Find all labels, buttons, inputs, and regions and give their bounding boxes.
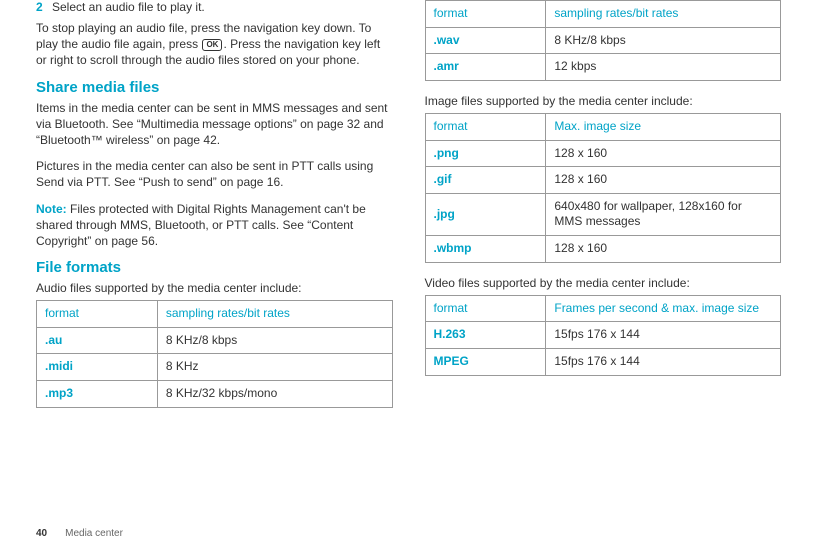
ok-key-icon: OK (202, 39, 222, 51)
image-table: format Max. image size .png 128 x 160 .g… (425, 113, 782, 263)
table-header-row: format sampling rates/bit rates (37, 301, 393, 328)
cell-value: 128 x 160 (546, 140, 781, 167)
cell-value: 8 KHz/8 kbps (546, 27, 781, 54)
right-column: format sampling rates/bit rates .wav 8 K… (409, 0, 798, 524)
audio-table-cont: format sampling rates/bit rates .wav 8 K… (425, 0, 782, 81)
th-fps: Frames per second & max. image size (546, 295, 781, 322)
page-number: 40 (36, 528, 47, 539)
note-text: Files protected with Digital Rights Mana… (36, 202, 366, 248)
audio-table: format sampling rates/bit rates .au 8 KH… (36, 300, 393, 407)
table-row: .wav 8 KHz/8 kbps (425, 27, 781, 54)
step-row: 2 Select an audio file to play it. (36, 0, 393, 14)
cell-format: MPEG (425, 348, 546, 375)
cell-format: .au (37, 327, 158, 354)
table-row: .au 8 KHz/8 kbps (37, 327, 393, 354)
table-header-row: format Max. image size (425, 113, 781, 140)
table-row: .midi 8 KHz (37, 354, 393, 381)
cell-format: .jpg (425, 193, 546, 235)
video-intro: Video files supported by the media cente… (425, 275, 782, 291)
th-rates: sampling rates/bit rates (546, 1, 781, 28)
cell-format: H.263 (425, 322, 546, 349)
cell-value: 8 KHz/32 kbps/mono (157, 381, 392, 408)
table-row: .gif 128 x 160 (425, 167, 781, 194)
share-para-1: Items in the media center can be sent in… (36, 100, 393, 149)
cell-value: 640x480 for wallpaper, 128x160 for MMS m… (546, 193, 781, 235)
note-label: Note: (36, 202, 67, 216)
cell-format: .gif (425, 167, 546, 194)
step-text: Select an audio file to play it. (52, 0, 205, 14)
th-format: format (425, 1, 546, 28)
note-paragraph: Note: Files protected with Digital Right… (36, 201, 393, 250)
cell-value: 128 x 160 (546, 167, 781, 194)
th-rates: sampling rates/bit rates (157, 301, 392, 328)
cell-value: 15fps 176 x 144 (546, 348, 781, 375)
table-row: H.263 15fps 176 x 144 (425, 322, 781, 349)
cell-format: .png (425, 140, 546, 167)
th-format: format (37, 301, 158, 328)
table-row: .wbmp 128 x 160 (425, 235, 781, 262)
table-row: .mp3 8 KHz/32 kbps/mono (37, 381, 393, 408)
file-formats-heading: File formats (36, 259, 393, 276)
cell-format: .midi (37, 354, 158, 381)
share-para-2: Pictures in the media center can also be… (36, 158, 393, 190)
cell-format: .wav (425, 27, 546, 54)
th-size: Max. image size (546, 113, 781, 140)
cell-value: 12 kbps (546, 54, 781, 81)
table-row: MPEG 15fps 176 x 144 (425, 348, 781, 375)
cell-value: 128 x 160 (546, 235, 781, 262)
cell-value: 15fps 176 x 144 (546, 322, 781, 349)
cell-format: .mp3 (37, 381, 158, 408)
cell-format: .wbmp (425, 235, 546, 262)
th-format: format (425, 113, 546, 140)
table-row: .png 128 x 160 (425, 140, 781, 167)
table-header-row: format sampling rates/bit rates (425, 1, 781, 28)
stop-paragraph: To stop playing an audio file, press the… (36, 20, 393, 69)
table-header-row: format Frames per second & max. image si… (425, 295, 781, 322)
section-name: Media center (65, 528, 123, 539)
cell-format: .amr (425, 54, 546, 81)
image-intro: Image files supported by the media cente… (425, 93, 782, 109)
page-body: 2 Select an audio file to play it. To st… (0, 0, 817, 524)
page-footer: 40 Media center (0, 524, 817, 543)
table-row: .amr 12 kbps (425, 54, 781, 81)
share-media-heading: Share media files (36, 79, 393, 96)
cell-value: 8 KHz/8 kbps (157, 327, 392, 354)
table-row: .jpg 640x480 for wallpaper, 128x160 for … (425, 193, 781, 235)
video-table: format Frames per second & max. image si… (425, 295, 782, 376)
cell-value: 8 KHz (157, 354, 392, 381)
step-number: 2 (36, 0, 52, 14)
left-column: 2 Select an audio file to play it. To st… (20, 0, 409, 524)
audio-intro: Audio files supported by the media cente… (36, 280, 393, 296)
th-format: format (425, 295, 546, 322)
